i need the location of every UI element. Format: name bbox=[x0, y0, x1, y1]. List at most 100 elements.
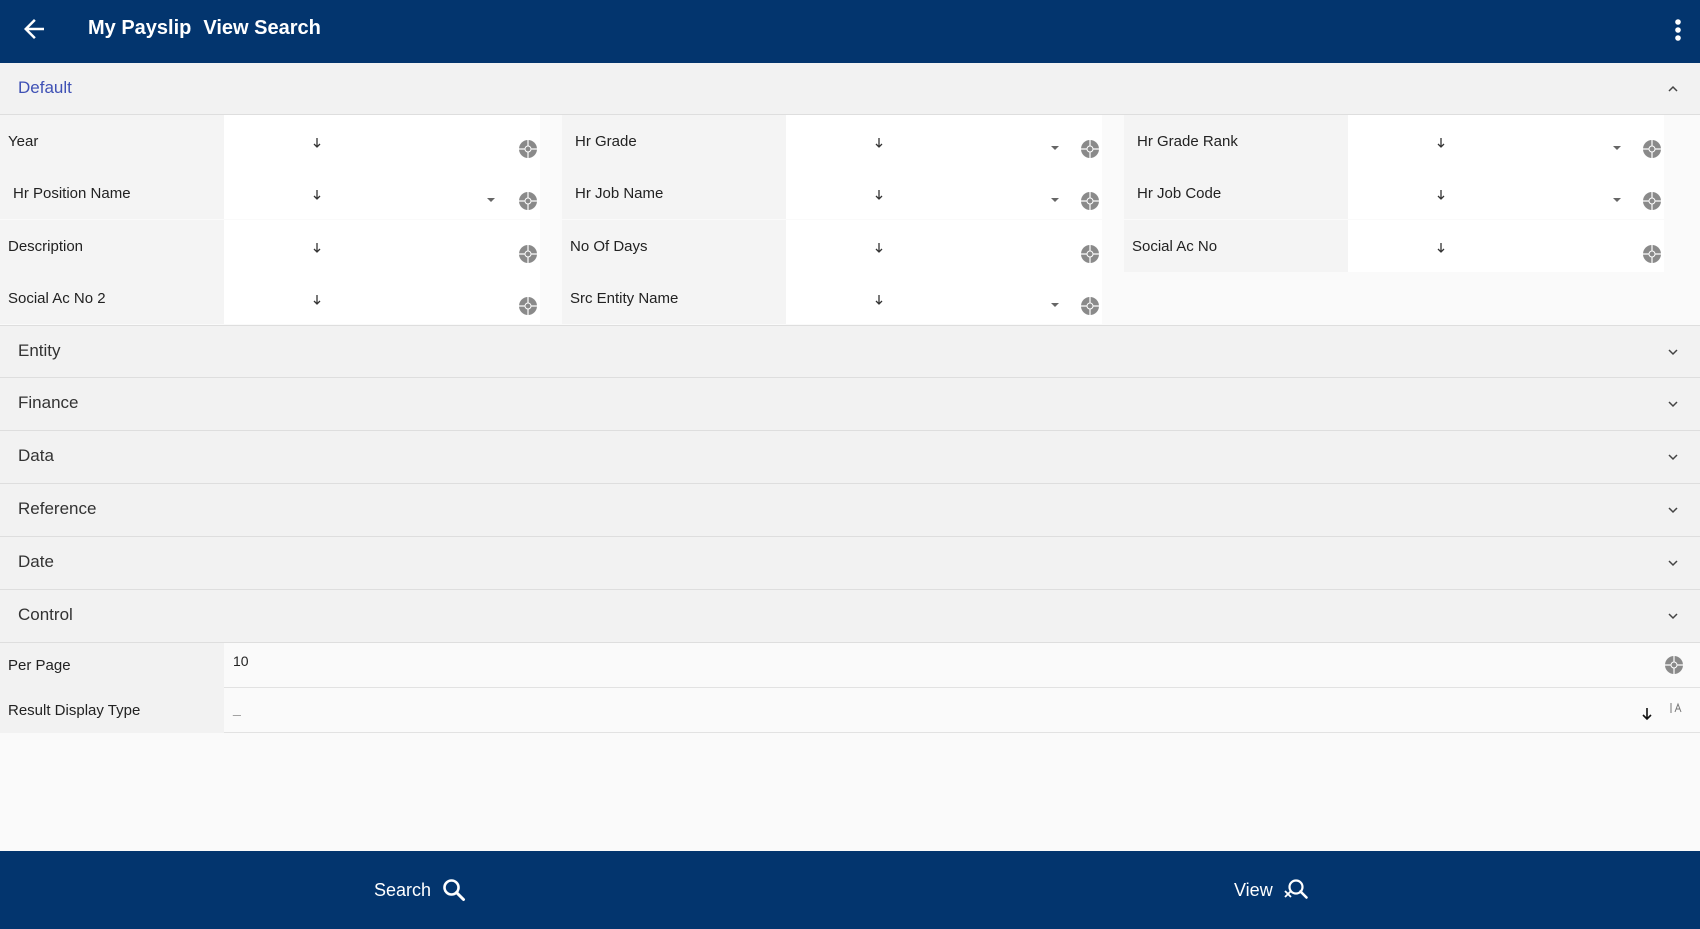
app-header: My Payslip View Search bbox=[0, 0, 1700, 63]
per-page-label: Per Page bbox=[0, 643, 224, 688]
arrow-down-icon[interactable] bbox=[874, 242, 884, 254]
page-title: My Payslip View Search bbox=[88, 17, 333, 40]
aperture-icon[interactable] bbox=[1642, 244, 1662, 264]
no-of-days-input[interactable] bbox=[786, 220, 1102, 272]
section-finance-header[interactable]: Finance bbox=[0, 378, 1700, 431]
arrow-down-icon[interactable] bbox=[1641, 707, 1653, 721]
chevron-down-icon bbox=[1668, 349, 1678, 356]
section-control-label: Control bbox=[18, 605, 73, 624]
arrow-down-icon[interactable] bbox=[874, 137, 884, 149]
chevron-down-icon bbox=[1668, 454, 1678, 461]
aperture-icon[interactable] bbox=[518, 296, 538, 316]
field-label: Description bbox=[0, 220, 224, 272]
aperture-icon[interactable] bbox=[1642, 139, 1662, 159]
field-label: Hr Position Name bbox=[0, 167, 224, 219]
field-label: Hr Job Name bbox=[562, 167, 786, 219]
action-bar: Search View bbox=[0, 851, 1700, 929]
hr-job-name-input[interactable] bbox=[786, 167, 1102, 219]
dropdown-caret-icon[interactable] bbox=[1612, 145, 1622, 151]
year-input[interactable] bbox=[224, 115, 540, 167]
default-section-fields: Year Hr Grade Hr Grade Rank Hr Position … bbox=[0, 115, 1700, 325]
section-reference-label: Reference bbox=[18, 499, 97, 518]
section-date-header[interactable]: Date bbox=[0, 537, 1700, 590]
field-social-ac-no-2: Social Ac No 2 bbox=[0, 272, 540, 324]
text-format-icon[interactable] bbox=[1670, 702, 1684, 714]
field-label: Hr Grade bbox=[562, 115, 786, 167]
search-clear-icon bbox=[1284, 879, 1308, 899]
arrow-down-icon[interactable] bbox=[874, 189, 884, 201]
field-label: Hr Job Code bbox=[1124, 167, 1348, 219]
hr-grade-input[interactable] bbox=[786, 115, 1102, 167]
aperture-icon[interactable] bbox=[1080, 296, 1100, 316]
field-description: Description bbox=[0, 220, 540, 272]
arrow-down-icon[interactable] bbox=[312, 137, 322, 149]
per-page-row: Per Page 10 bbox=[0, 643, 1700, 688]
field-hr-job-name: Hr Job Name bbox=[562, 167, 1102, 219]
field-src-entity-name: Src Entity Name bbox=[562, 272, 1102, 324]
section-finance-label: Finance bbox=[18, 393, 79, 412]
social-ac-no-input[interactable] bbox=[1348, 220, 1664, 272]
result-display-type-label: Result Display Type bbox=[0, 688, 224, 733]
aperture-icon[interactable] bbox=[518, 244, 538, 264]
field-label: Social Ac No bbox=[1124, 220, 1348, 272]
back-arrow-icon[interactable] bbox=[19, 14, 49, 44]
arrow-down-icon[interactable] bbox=[1436, 242, 1446, 254]
social-ac-no-2-input[interactable] bbox=[224, 272, 540, 324]
section-control-header[interactable]: Control bbox=[0, 590, 1700, 643]
aperture-icon[interactable] bbox=[1664, 655, 1684, 675]
section-entity-header[interactable]: Entity bbox=[0, 325, 1700, 378]
search-button-label: Search bbox=[374, 879, 432, 900]
aperture-icon[interactable] bbox=[1080, 244, 1100, 264]
section-data-header[interactable]: Data bbox=[0, 431, 1700, 484]
page-title-view: View Search bbox=[203, 17, 321, 39]
dropdown-caret-icon[interactable] bbox=[1612, 197, 1622, 203]
section-default-header[interactable]: Default bbox=[0, 63, 1700, 115]
section-data-label: Data bbox=[18, 446, 54, 465]
section-reference-header[interactable]: Reference bbox=[0, 484, 1700, 537]
src-entity-name-input[interactable] bbox=[786, 272, 1102, 324]
hr-job-code-input[interactable] bbox=[1348, 167, 1664, 219]
section-entity-label: Entity bbox=[18, 341, 61, 360]
arrow-down-icon[interactable] bbox=[312, 242, 322, 254]
page-title-module: My Payslip bbox=[88, 17, 192, 39]
field-label: Social Ac No 2 bbox=[0, 272, 224, 324]
result-display-type-row: Result Display Type _ bbox=[0, 688, 1700, 733]
aperture-icon[interactable] bbox=[1080, 191, 1100, 211]
per-page-input[interactable]: 10 bbox=[233, 653, 249, 669]
field-hr-grade: Hr Grade bbox=[562, 115, 1102, 167]
chevron-up-icon bbox=[1668, 85, 1678, 92]
dropdown-caret-icon[interactable] bbox=[1050, 145, 1060, 151]
more-vert-icon[interactable] bbox=[1666, 16, 1690, 46]
aperture-icon[interactable] bbox=[518, 139, 538, 159]
field-social-ac-no: Social Ac No bbox=[1124, 220, 1664, 272]
aperture-icon[interactable] bbox=[1080, 139, 1100, 159]
result-display-type-select[interactable]: _ bbox=[233, 700, 241, 716]
field-hr-position-name: Hr Position Name bbox=[0, 167, 540, 219]
field-label: No Of Days bbox=[562, 220, 786, 272]
chevron-down-icon bbox=[1668, 401, 1678, 408]
description-input[interactable] bbox=[224, 220, 540, 272]
section-default-label: Default bbox=[18, 78, 72, 97]
arrow-down-icon[interactable] bbox=[1436, 137, 1446, 149]
dropdown-caret-icon[interactable] bbox=[1050, 302, 1060, 308]
chevron-down-icon bbox=[1668, 560, 1678, 567]
dropdown-caret-icon[interactable] bbox=[486, 197, 496, 203]
field-label: Src Entity Name bbox=[562, 272, 786, 324]
arrow-down-icon[interactable] bbox=[874, 294, 884, 306]
view-button[interactable]: View bbox=[1234, 873, 1309, 907]
arrow-down-icon[interactable] bbox=[312, 294, 322, 306]
hr-grade-rank-input[interactable] bbox=[1348, 115, 1664, 167]
field-label: Hr Grade Rank bbox=[1124, 115, 1348, 167]
field-year: Year bbox=[0, 115, 540, 167]
field-hr-job-code: Hr Job Code bbox=[1124, 167, 1664, 219]
view-button-label: View bbox=[1234, 879, 1273, 900]
aperture-icon[interactable] bbox=[518, 191, 538, 211]
arrow-down-icon[interactable] bbox=[1436, 189, 1446, 201]
chevron-down-icon bbox=[1668, 507, 1678, 514]
aperture-icon[interactable] bbox=[1642, 191, 1662, 211]
search-icon bbox=[443, 879, 466, 901]
hr-position-name-input[interactable] bbox=[224, 167, 540, 219]
arrow-down-icon[interactable] bbox=[312, 189, 322, 201]
dropdown-caret-icon[interactable] bbox=[1050, 197, 1060, 203]
search-button[interactable]: Search bbox=[374, 873, 467, 907]
